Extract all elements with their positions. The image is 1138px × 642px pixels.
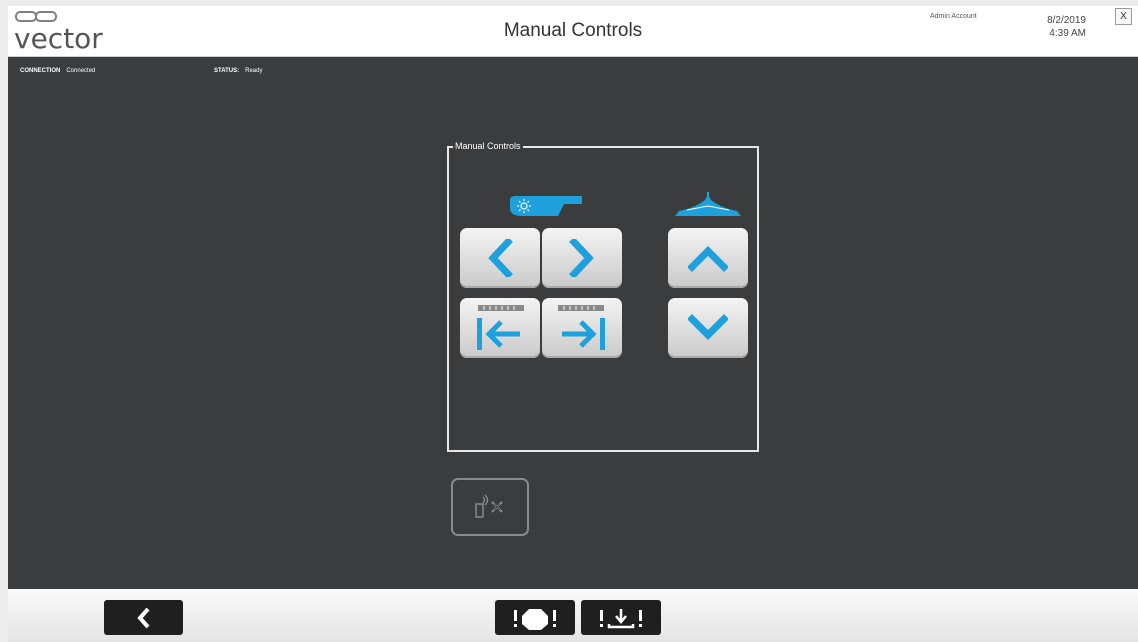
main-area: CONNECTION Connected STATUS: Ready Manual …: [8, 57, 1138, 589]
move-right-to-limit-icon: [558, 305, 605, 350]
account-name: Admin Account: [930, 13, 977, 20]
remote-disconnect-button[interactable]: [451, 478, 529, 536]
time-text: 4:39 AM: [1049, 28, 1086, 39]
move-right-limit-button[interactable]: [542, 298, 622, 358]
datetime: 8/2/2019 4:39 AM: [1028, 14, 1086, 40]
chevron-down-icon: [688, 314, 728, 340]
close-button[interactable]: X: [1115, 8, 1132, 25]
park-icon: [600, 608, 642, 628]
app-window: vector Manual Controls Admin Account 8/2…: [0, 0, 1138, 642]
chevron-up-icon: [688, 246, 728, 272]
remote-disconnect-icon: [475, 494, 503, 518]
machine-status: STATUS: Ready: [214, 68, 262, 74]
page-title: Manual Controls: [503, 20, 643, 41]
back-button[interactable]: [104, 600, 183, 635]
lower-boom-button[interactable]: [668, 298, 748, 358]
chevron-left-icon: [488, 239, 513, 277]
move-right-button[interactable]: [542, 228, 622, 288]
manual-controls-panel: Manual Controls: [447, 141, 759, 452]
connection-label: CONNECTION: [20, 68, 61, 74]
move-left-to-limit-icon: [477, 305, 524, 350]
move-left-button[interactable]: [460, 228, 540, 288]
park-button[interactable]: [581, 600, 661, 635]
emergency-stop-button[interactable]: [495, 600, 575, 635]
boom-icon: [673, 190, 743, 225]
chevron-left-icon: [136, 607, 149, 628]
emergency-stop-icon: [514, 608, 556, 630]
move-left-limit-button[interactable]: [460, 298, 540, 358]
date-text: 8/2/2019: [1047, 15, 1086, 26]
panel-legend: Manual Controls: [453, 141, 523, 151]
chevron-right-icon: [569, 239, 594, 277]
footer-bar: [8, 589, 1138, 642]
status-value: Ready: [245, 68, 263, 74]
spray-nozzle-icon: [504, 192, 584, 225]
connection-status: CONNECTION Connected: [20, 68, 95, 74]
header-bar: vector Manual Controls Admin Account 8/2…: [8, 6, 1138, 57]
raise-boom-button[interactable]: [668, 228, 748, 288]
status-label: STATUS:: [214, 68, 240, 74]
connection-value: Connected: [66, 68, 96, 74]
